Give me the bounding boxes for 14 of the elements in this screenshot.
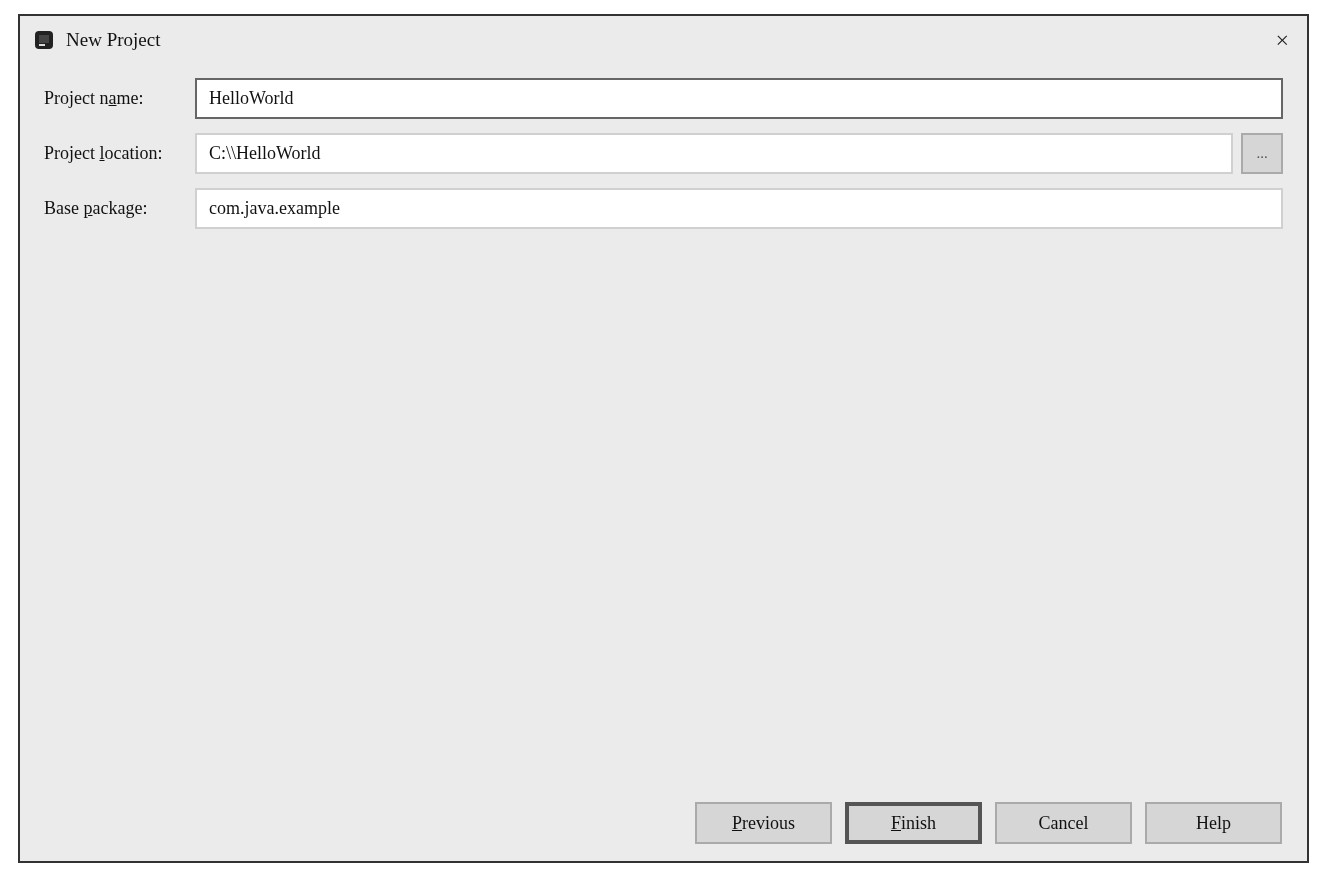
dialog-button[interactable]: Cancel [995,802,1132,844]
dialog-button[interactable]: Finish [845,802,982,844]
field-label: Base package: [44,197,149,220]
dialog-button[interactable]: Previous [695,802,832,844]
text-field[interactable]: HelloWorld [195,78,1283,119]
field-label: Project location: [44,142,164,165]
field-label: Project name: [44,87,145,110]
close-button[interactable]: × [1271,28,1293,52]
text-field[interactable]: C:\\HelloWorld [195,133,1233,174]
browse-button[interactable]: ... [1241,133,1283,174]
text-field[interactable]: com.java.example [195,188,1283,229]
dialog-button[interactable]: Help [1145,802,1282,844]
window-title: New Project [66,27,161,52]
app-icon [34,30,54,50]
